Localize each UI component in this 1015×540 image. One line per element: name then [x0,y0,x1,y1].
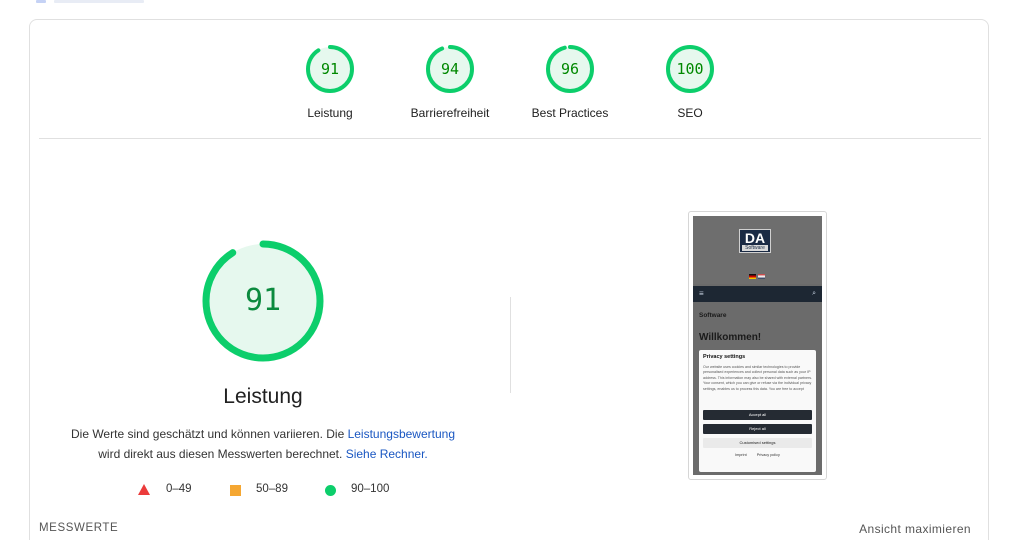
gauge-leistung[interactable]: 91 Leistung [270,44,390,120]
accept-all-button: Accept all [703,410,812,420]
privacy-modal-links: Imprint Privacy policy [703,453,812,457]
gauge-value: 94 [440,60,460,78]
desc-text-2: wird direkt aus diesen Messwerten berech… [98,447,346,461]
site-logo-sub: Software [742,245,768,251]
gauges-divider [39,138,981,139]
legend-range: 0–49 [166,483,192,495]
score-gauges: 91 Leistung 94 Barrierefreiheit 96 Best … [30,20,990,139]
menu-icon: ≡ [699,289,704,298]
triangle-icon [138,484,150,495]
gauge-best-practices[interactable]: 96 Best Practices [510,44,630,120]
performance-title: Leistung [223,385,303,408]
privacy-modal: Privacy settings Our website uses cookie… [699,350,816,472]
desc-text-1: Die Werte sind geschätzt und können vari… [70,427,348,441]
flag-de-icon [749,274,756,279]
privacy-modal-body: Our website uses cookies and similar tec… [703,365,812,391]
messwerte-heading: MESSWERTE [39,522,119,534]
screenshot-viewport: DA Software ≡ ⌕ Software Willkommen! Pri… [693,216,822,475]
site-heading-big: Willkommen! [699,332,762,343]
privacy-policy-link: Privacy policy [756,453,780,457]
performance-description: Die Werte sind geschätzt und können vari… [60,424,466,464]
gauge-label: Leistung [307,106,353,120]
site-logo: DA Software [739,229,771,253]
square-icon [230,485,241,496]
page-screenshot[interactable]: DA Software ≡ ⌕ Software Willkommen! Pri… [688,211,827,480]
gauge-value: 100 [676,60,704,78]
imprint-link: Imprint [735,453,747,457]
site-header: DA Software [693,216,822,284]
gauge-seo[interactable]: 100 SEO [630,44,750,120]
expand-view-toggle[interactable]: Ansicht maximieren [859,522,971,536]
gauge-label: Barrierefreiheit [410,106,490,120]
reject-all-button: Reject all [703,424,812,434]
site-navbar: ≡ ⌕ [693,286,822,302]
circle-icon [325,485,336,496]
top-remnant [36,0,146,4]
performance-gauge: 91 [201,239,325,363]
privacy-modal-title: Privacy settings [703,354,746,360]
gauge-barrierefreiheit[interactable]: 94 Barrierefreiheit [390,44,510,120]
gauge-value: 91 [320,60,340,78]
vertical-separator [510,297,511,393]
gauge-label: Best Practices [531,106,609,120]
legend-range: 90–100 [351,483,390,495]
legend-range: 50–89 [256,483,288,495]
site-heading-small: Software [699,312,727,319]
gauge-label: SEO [677,106,703,120]
remnant-text [54,0,144,3]
siehe-rechner-link[interactable]: Siehe Rechner. [346,447,428,461]
performance-score: 91 [244,283,282,318]
report-card: 91 Leistung 94 Barrierefreiheit 96 Best … [29,19,989,540]
search-icon: ⌕ [812,290,816,297]
remnant-icon [36,0,46,3]
leistungsbewertung-link[interactable]: Leistungsbewertung [348,427,455,441]
customised-settings-button: Customised settings [703,438,812,448]
gauge-value: 96 [560,60,580,78]
flag-en-icon [758,274,765,279]
language-flags [749,266,767,279]
